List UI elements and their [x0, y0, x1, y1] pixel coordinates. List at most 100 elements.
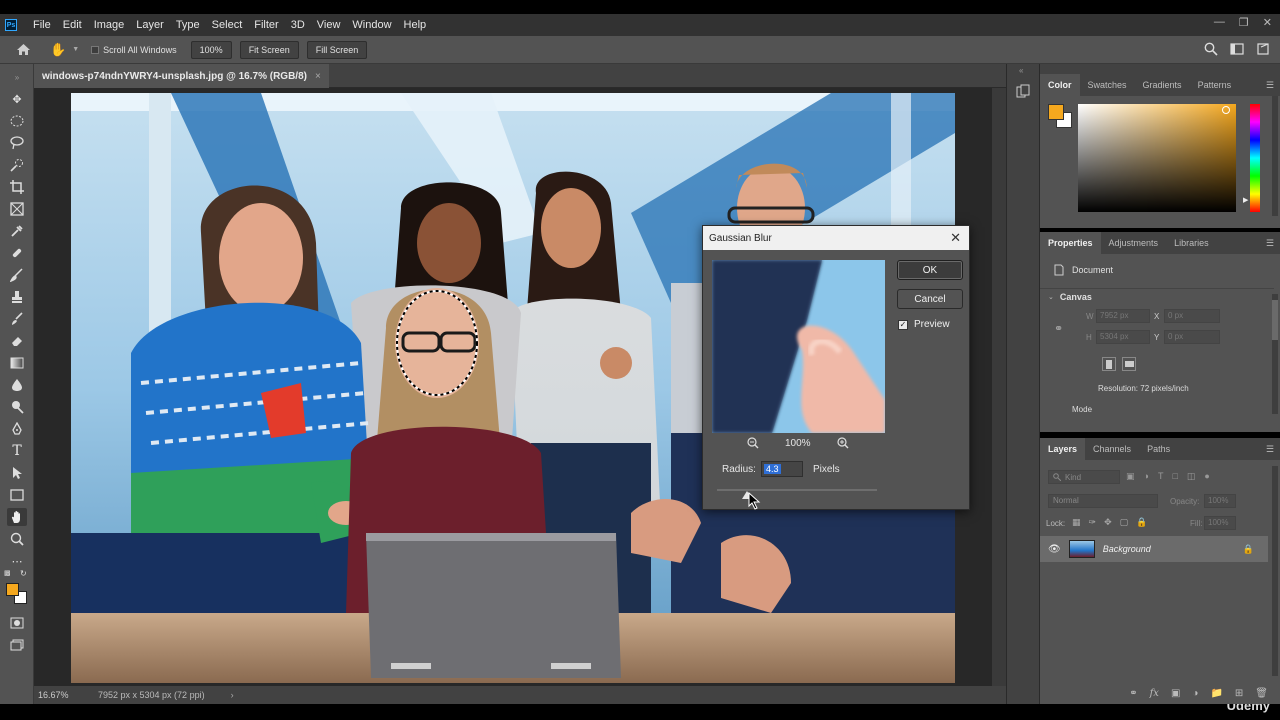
panel-menu-icon[interactable]: ☰: [1266, 444, 1274, 455]
tab-layers[interactable]: Layers: [1040, 438, 1086, 460]
hand-tool-icon[interactable]: [7, 508, 27, 526]
canvas-section-header[interactable]: ⌄ Canvas: [1048, 292, 1092, 302]
close-document-icon[interactable]: ×: [315, 71, 321, 82]
opacity-field[interactable]: 100%: [1204, 494, 1236, 508]
tab-properties[interactable]: Properties: [1040, 232, 1101, 254]
blur-tool-icon[interactable]: [7, 376, 27, 394]
menu-help[interactable]: Help: [398, 19, 433, 31]
lock-all-icon[interactable]: 🔒: [1136, 517, 1147, 528]
radius-slider-track[interactable]: [717, 489, 877, 499]
ok-button[interactable]: OK: [897, 260, 963, 280]
link-dimensions-icon[interactable]: ⚭: [1054, 322, 1063, 335]
menu-image[interactable]: Image: [88, 19, 131, 31]
y-field[interactable]: 0 px: [1164, 330, 1220, 344]
filter-smart-object-icon[interactable]: ◫: [1187, 471, 1196, 482]
swap-colors-icon[interactable]: ↻: [20, 569, 27, 578]
search-icon[interactable]: [1204, 42, 1218, 59]
hue-slider-handle-icon[interactable]: ▶: [1243, 196, 1248, 204]
history-brush-tool-icon[interactable]: [7, 310, 27, 328]
zoom-level[interactable]: 16.67%: [38, 690, 90, 700]
tab-swatches[interactable]: Swatches: [1080, 74, 1135, 96]
menu-edit[interactable]: Edit: [57, 19, 88, 31]
tab-channels[interactable]: Channels: [1085, 438, 1139, 460]
layer-style-fx-icon[interactable]: fx: [1150, 688, 1159, 699]
delete-layer-icon[interactable]: 🗑: [1255, 688, 1268, 699]
dodge-tool-icon[interactable]: [7, 398, 27, 416]
minimize-icon[interactable]: —: [1214, 16, 1225, 29]
preview-checkbox-icon[interactable]: ✓: [898, 319, 908, 330]
chevron-down-icon[interactable]: ⌄: [1048, 293, 1054, 301]
quick-selection-tool-icon[interactable]: [7, 156, 27, 174]
link-layers-icon[interactable]: ⚭: [1129, 688, 1137, 699]
brush-tool-icon[interactable]: [7, 266, 27, 284]
quick-mask-icon[interactable]: [7, 614, 27, 632]
home-icon[interactable]: [16, 43, 32, 57]
panel-menu-icon[interactable]: ☰: [1266, 80, 1274, 91]
menu-type[interactable]: Type: [170, 19, 206, 31]
fit-screen-button[interactable]: Fit Screen: [239, 40, 299, 59]
filter-pixel-icon[interactable]: ▣: [1126, 471, 1135, 482]
restore-icon[interactable]: ❐: [1239, 16, 1249, 29]
filter-shape-icon[interactable]: □: [1172, 471, 1177, 482]
path-selection-tool-icon[interactable]: [7, 464, 27, 482]
share-icon[interactable]: [1256, 42, 1270, 59]
new-group-icon[interactable]: 📁: [1210, 688, 1222, 699]
menu-layer[interactable]: Layer: [130, 19, 170, 31]
color-swatches[interactable]: ▩ ↻: [4, 569, 30, 607]
pen-tool-icon[interactable]: [7, 420, 27, 438]
cancel-button[interactable]: Cancel: [897, 289, 963, 309]
clone-stamp-tool-icon[interactable]: [7, 288, 27, 306]
color-panel-scrollbar[interactable]: [1272, 96, 1278, 216]
crop-tool-icon[interactable]: [7, 178, 27, 196]
color-field[interactable]: [1078, 104, 1236, 212]
frame-tool-icon[interactable]: [7, 200, 27, 218]
collapse-panels-icon[interactable]: «: [1019, 66, 1023, 75]
menu-window[interactable]: Window: [346, 19, 397, 31]
canvas-vertical-scrollbar[interactable]: [992, 88, 1006, 686]
lock-artboard-icon[interactable]: ▢: [1120, 517, 1129, 528]
foreground-color-swatch[interactable]: [6, 583, 19, 596]
preview-checkbox-row[interactable]: ✓ Preview: [898, 319, 950, 330]
filter-type-icon[interactable]: T: [1158, 471, 1164, 482]
default-colors-icon[interactable]: ▩: [4, 569, 11, 577]
layer-lock-icon[interactable]: 🔒: [1243, 544, 1254, 555]
lock-position-icon[interactable]: ✥: [1104, 517, 1112, 528]
eraser-tool-icon[interactable]: [7, 332, 27, 350]
tab-patterns[interactable]: Patterns: [1190, 74, 1240, 96]
menu-file[interactable]: File: [27, 19, 57, 31]
zoom-tool-icon[interactable]: [7, 530, 27, 548]
filter-kind-dropdown[interactable]: Kind: [1048, 470, 1120, 484]
screen-mode-icon[interactable]: [7, 636, 27, 654]
chevron-down-icon[interactable]: ▼: [72, 46, 79, 53]
properties-scrollbar[interactable]: [1272, 294, 1278, 414]
visibility-eye-icon[interactable]: 👁: [1048, 544, 1061, 555]
zoom-out-icon[interactable]: [747, 437, 759, 452]
radius-input[interactable]: 4.3: [761, 461, 803, 477]
x-field[interactable]: 0 px: [1164, 309, 1220, 323]
zoom-in-icon[interactable]: [837, 437, 849, 452]
hand-tool-preset-icon[interactable]: ✋: [50, 42, 66, 58]
add-mask-icon[interactable]: ▣: [1171, 688, 1180, 699]
filter-adjustment-icon[interactable]: ◑: [1144, 471, 1149, 482]
tab-paths[interactable]: Paths: [1139, 438, 1178, 460]
fill-field[interactable]: 100%: [1204, 516, 1236, 530]
portrait-orientation-icon[interactable]: [1102, 357, 1116, 371]
zoom-100-button[interactable]: 100%: [190, 40, 232, 59]
blend-mode-dropdown[interactable]: Normal: [1048, 494, 1158, 508]
fill-screen-button[interactable]: Fill Screen: [306, 40, 368, 59]
menu-filter[interactable]: Filter: [248, 19, 284, 31]
menu-3d[interactable]: 3D: [285, 19, 311, 31]
dialog-title-bar[interactable]: Gaussian Blur ✕: [703, 226, 969, 250]
tab-color[interactable]: Color: [1040, 74, 1080, 96]
lock-transparent-pixels-icon[interactable]: ▦: [1072, 517, 1081, 528]
layer-name[interactable]: Background: [1103, 544, 1151, 554]
healing-brush-tool-icon[interactable]: [7, 244, 27, 262]
layers-scrollbar[interactable]: [1272, 466, 1278, 676]
document-tab[interactable]: windows-p74ndnYWRY4-unsplash.jpg @ 16.7%…: [34, 64, 329, 88]
scroll-all-windows-checkbox[interactable]: Scroll All Windows: [91, 45, 177, 55]
landscape-orientation-icon[interactable]: [1122, 357, 1136, 371]
marquee-tool-icon[interactable]: [7, 112, 27, 130]
tab-libraries[interactable]: Libraries: [1166, 232, 1217, 254]
close-icon[interactable]: ✕: [950, 230, 961, 246]
lock-image-pixels-icon[interactable]: ✑: [1089, 517, 1097, 528]
